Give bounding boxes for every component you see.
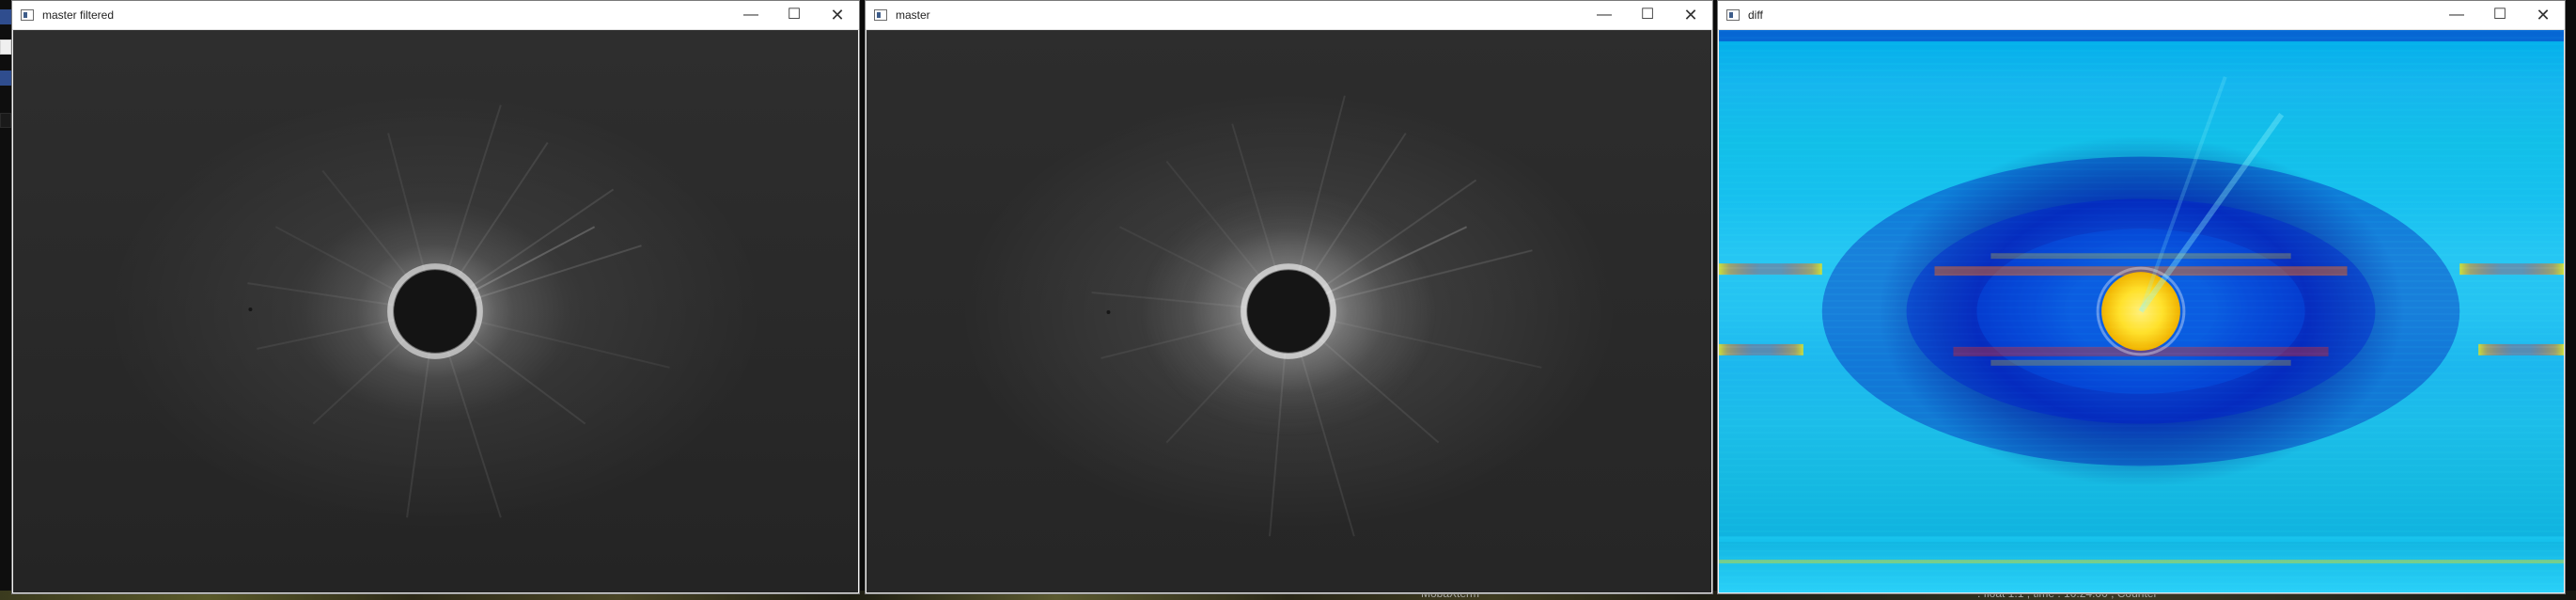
menu-icon [0,113,11,128]
maximize-icon[interactable]: ☐ [773,1,816,29]
close-icon[interactable]: ✕ [1669,1,1712,29]
master-image [866,30,1711,592]
window-title: master [896,8,930,22]
close-icon[interactable]: ✕ [2521,1,2565,29]
window-title: master filtered [42,8,115,22]
master-filtered-image [13,30,858,592]
page-icon [0,39,11,55]
minimize-icon[interactable]: — [1583,1,1626,29]
window-master[interactable]: master — ☐ ✕ [865,0,1713,594]
facebook-icon [0,71,11,86]
window-app-icon [874,9,887,21]
window-controls: — ☐ ✕ [2435,1,2565,29]
window-title: diff [1748,8,1763,22]
diff-heatmap-image [1719,30,2564,592]
left-desktop-edge [0,0,11,600]
window-controls: — ☐ ✕ [729,1,859,29]
solar-eclipse-filtered [247,104,670,518]
window-master-filtered[interactable]: master filtered — ☐ ✕ [11,0,860,594]
maximize-icon[interactable]: ☐ [1626,1,1669,29]
maximize-icon[interactable]: ☐ [2478,1,2521,29]
solar-eclipse [1091,95,1542,537]
facebook-icon [0,9,11,24]
window-diff[interactable]: diff — ☐ ✕ [1717,0,2566,594]
window-controls: — ☐ ✕ [1583,1,1712,29]
minimize-icon[interactable]: — [2435,1,2478,29]
minimize-icon[interactable]: — [729,1,773,29]
window-app-icon [1726,9,1740,21]
window-titlebar[interactable]: master — ☐ ✕ [866,1,1712,30]
window-app-icon [21,9,34,21]
close-icon[interactable]: ✕ [816,1,859,29]
window-titlebar[interactable]: master filtered — ☐ ✕ [12,1,859,30]
window-titlebar[interactable]: diff — ☐ ✕ [1718,1,2565,30]
diff-overlay [1719,30,2564,564]
